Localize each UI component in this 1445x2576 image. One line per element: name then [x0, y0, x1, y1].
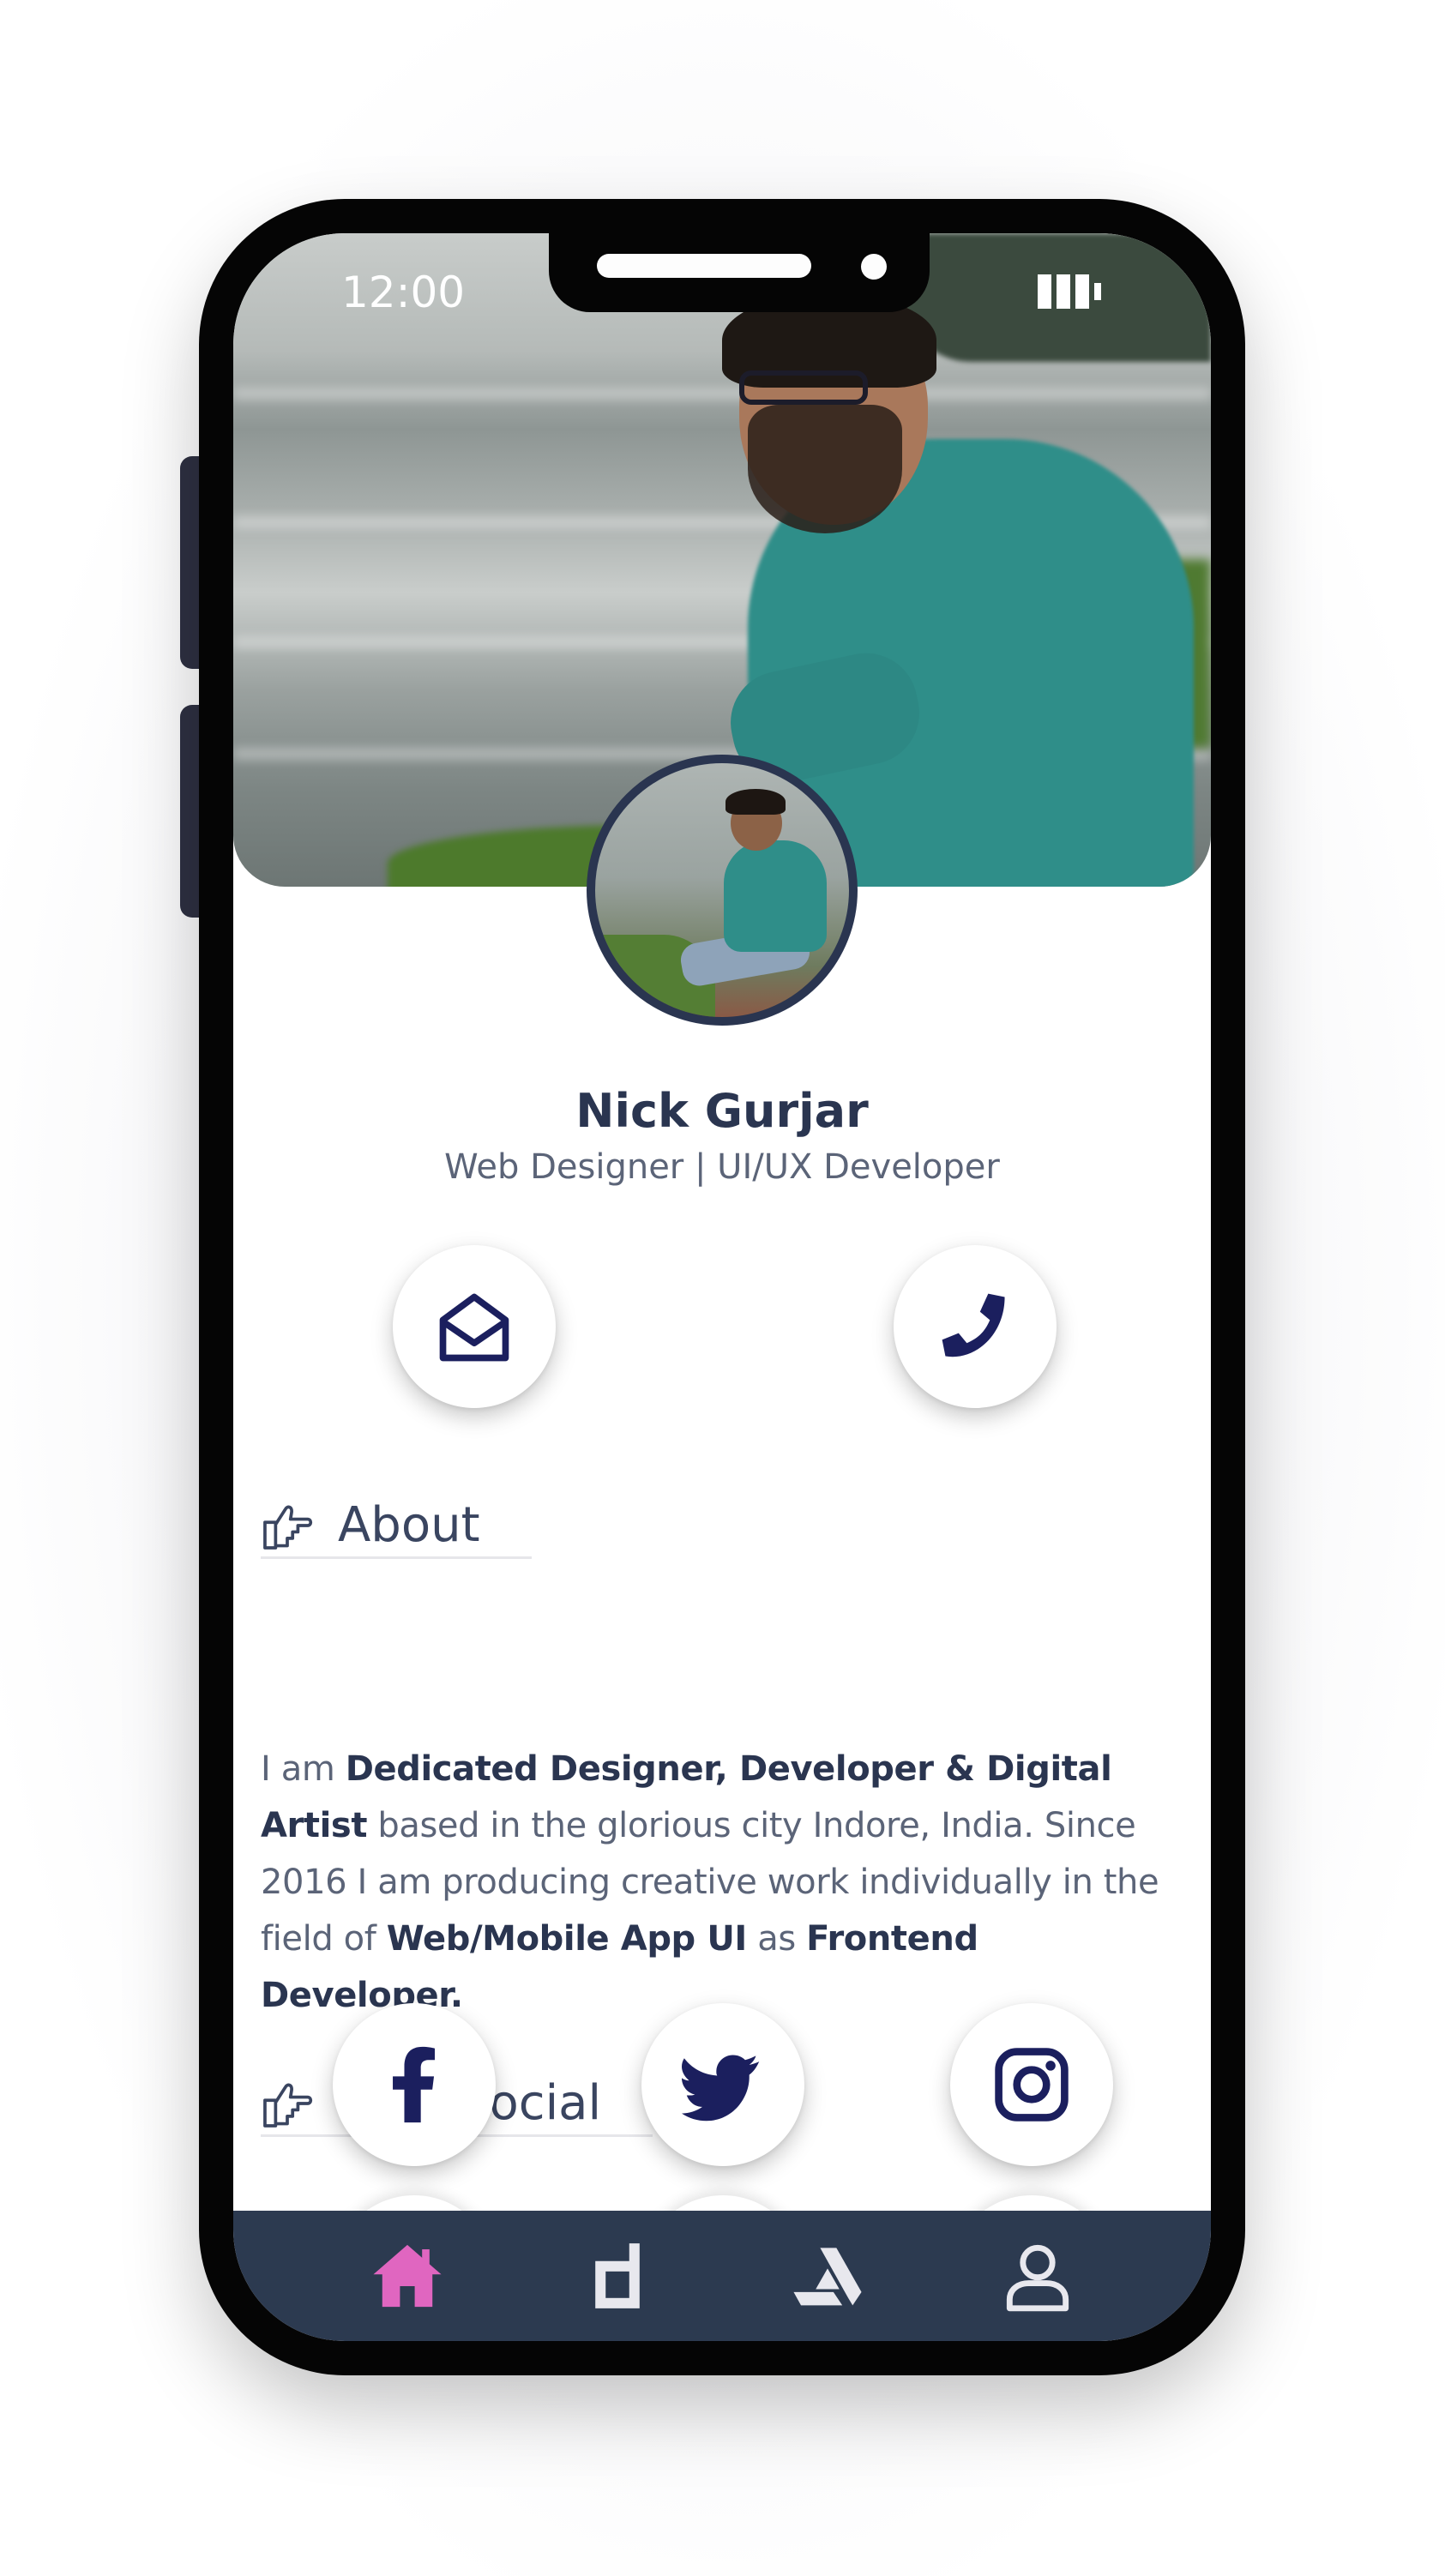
instagram-icon [995, 2048, 1069, 2122]
user-icon [1006, 2244, 1069, 2312]
nav-item-home[interactable] [360, 2229, 455, 2323]
about-text: I am Dedicated Designer, Developer & Dig… [261, 1741, 1187, 2024]
person-glasses [739, 370, 868, 405]
about-text-bold: Web/Mobile App UI [386, 1919, 748, 1959]
person-hair [726, 789, 786, 815]
speaker-grille [597, 254, 811, 278]
phone-button[interactable] [894, 1245, 1057, 1408]
wave-line [233, 388, 1211, 400]
bottom-navigation [233, 2211, 1211, 2341]
about-text-part: I am [261, 1749, 346, 1789]
profile-photo[interactable] [587, 755, 858, 1026]
nav-item-profile[interactable] [990, 2229, 1085, 2323]
about-title: About [338, 1497, 480, 1553]
twitter-button[interactable] [641, 2003, 804, 2166]
email-button[interactable] [393, 1245, 556, 1408]
profile-role: Web Designer | UI/UX Developer [444, 1147, 1000, 1187]
facebook-icon [393, 2046, 435, 2123]
nav-item-artstation[interactable] [780, 2229, 875, 2323]
artstation-icon [792, 2248, 862, 2306]
twitter-icon [682, 2055, 760, 2122]
envelope-open-icon [439, 1293, 509, 1362]
phone-icon [942, 1293, 1005, 1357]
person-body [724, 840, 827, 952]
instagram-button[interactable] [950, 2003, 1113, 2166]
page-background: 12:00 Nick Gurjar Web Designer | UI/UX D… [0, 0, 1445, 2576]
thumbs-up-pointing-icon [263, 1505, 313, 1550]
phone-frame: 12:00 Nick Gurjar Web Designer | UI/UX D… [199, 199, 1245, 2375]
about-text-part: as [746, 1919, 807, 1959]
about-heading: About [261, 1494, 532, 1559]
facebook-button[interactable] [333, 2003, 496, 2166]
phone-screen: 12:00 Nick Gurjar Web Designer | UI/UX D… [233, 233, 1211, 2341]
profile-name: Nick Gurjar [575, 1084, 869, 1138]
home-icon [372, 2244, 442, 2308]
thumbs-up-pointing-icon [263, 2083, 313, 2128]
phone-notch [549, 233, 930, 312]
document-icon [594, 2243, 640, 2308]
status-time: 12:00 [341, 268, 466, 317]
front-camera [861, 254, 887, 280]
battery-icon [1038, 274, 1101, 309]
nav-item-document[interactable] [570, 2229, 665, 2323]
person-beard [748, 405, 902, 533]
